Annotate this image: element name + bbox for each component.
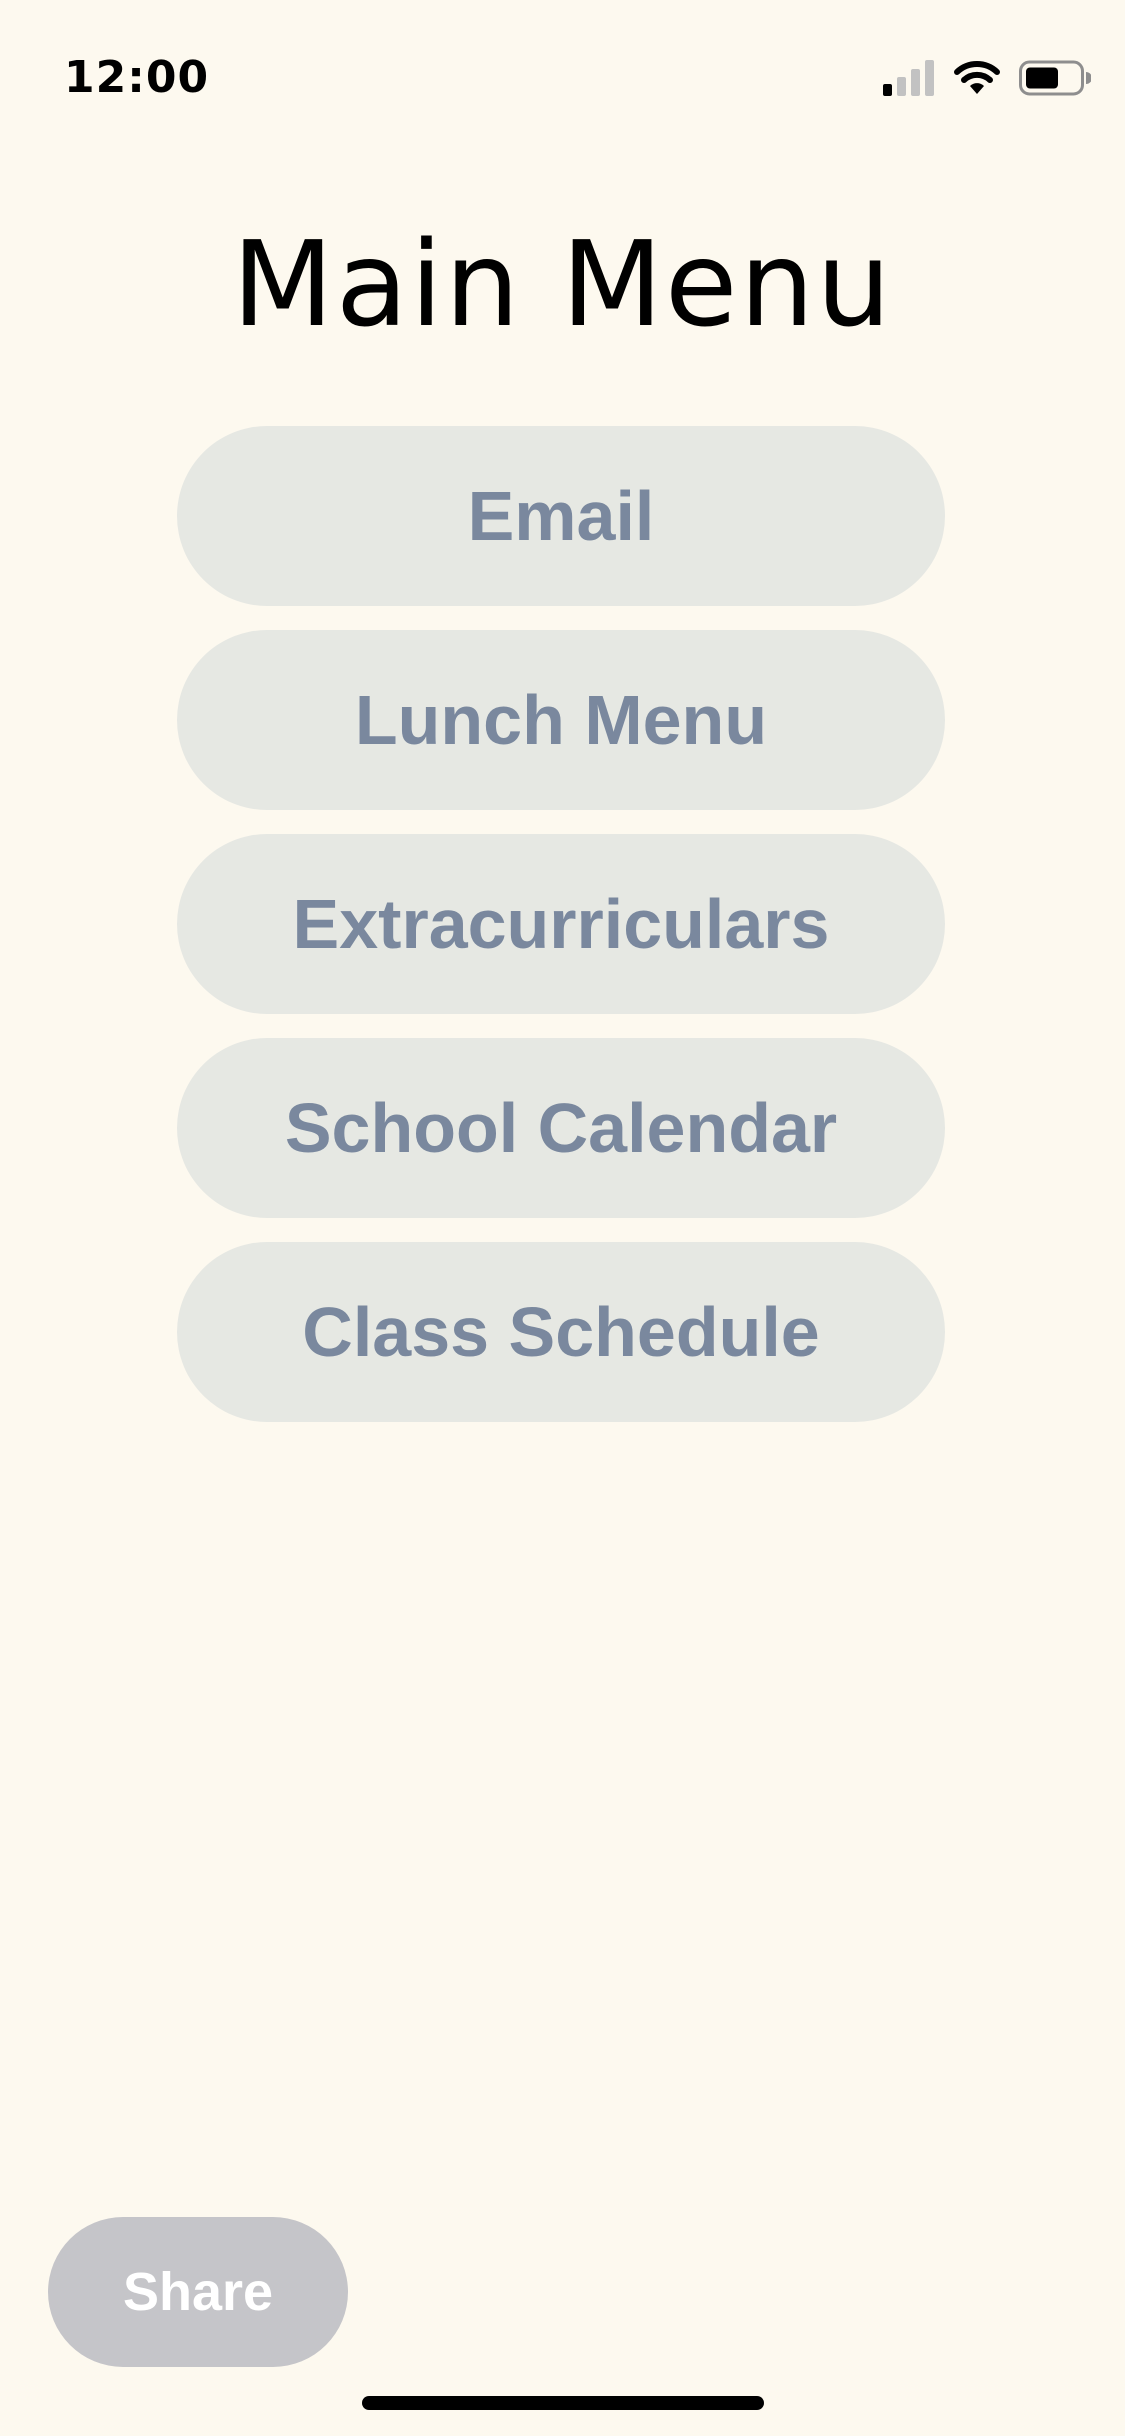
share-button[interactable]: Share bbox=[48, 2217, 348, 2367]
email-button[interactable]: Email bbox=[177, 426, 945, 606]
wifi-icon bbox=[953, 60, 1001, 96]
page-title: Main Menu bbox=[231, 215, 894, 353]
cellular-signal-icon bbox=[883, 60, 935, 96]
status-time: 12:00 bbox=[64, 52, 210, 103]
extracurriculars-button[interactable]: Extracurriculars bbox=[177, 834, 945, 1014]
main-menu: Email Lunch Menu Extracurriculars School… bbox=[177, 426, 945, 1446]
home-indicator[interactable] bbox=[362, 2396, 764, 2410]
school-calendar-button[interactable]: School Calendar bbox=[177, 1038, 945, 1218]
class-schedule-button[interactable]: Class Schedule bbox=[177, 1242, 945, 1422]
status-bar: 12:00 bbox=[0, 0, 1125, 140]
battery-icon bbox=[1019, 60, 1091, 96]
lunch-menu-button[interactable]: Lunch Menu bbox=[177, 630, 945, 810]
status-icons bbox=[883, 60, 1091, 96]
